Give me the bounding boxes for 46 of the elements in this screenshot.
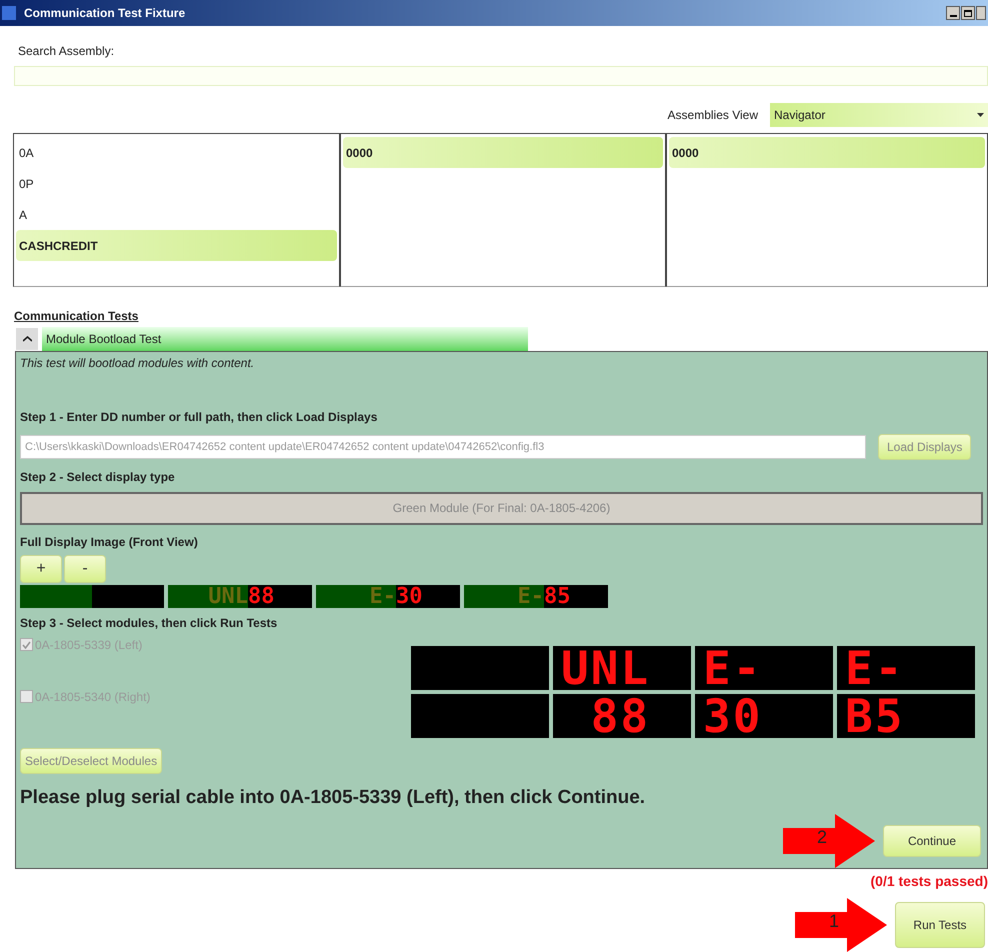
list-item[interactable]: 0000 <box>669 137 985 168</box>
search-label: Search Assembly: <box>18 44 114 58</box>
image-heading: Full Display Image (Front View) <box>20 534 199 550</box>
led-text: UNL <box>560 646 650 690</box>
test-header[interactable]: Module Bootload Test <box>42 327 528 351</box>
led-lit-text: 85 <box>544 584 570 608</box>
dropdown-arrow-icon <box>977 113 984 117</box>
led-lit-text: 30 <box>396 584 422 608</box>
test-description: This test will bootload modules with content. <box>20 355 256 372</box>
arrow-number: 2 <box>817 828 828 846</box>
led-text: E- <box>702 646 762 690</box>
led-dim-text: E- <box>464 584 544 608</box>
step-heading: Step 1 - Enter DD number or full path, then click Load Displays <box>20 409 378 426</box>
list-item[interactable]: 0000 <box>343 137 663 168</box>
module-checkbox[interactable] <box>20 690 33 703</box>
app-icon <box>2 6 16 20</box>
maximize-icon[interactable] <box>961 6 975 20</box>
chevron-icon <box>22 336 32 342</box>
led-dim-text: UNL <box>168 584 248 608</box>
list-item[interactable]: 0A <box>16 137 337 168</box>
window-title: Communication Test Fixture <box>24 5 186 22</box>
arrow-number: 1 <box>829 912 840 930</box>
led-text: B5 <box>844 694 904 738</box>
result-text: (0/1 tests passed) <box>870 872 988 891</box>
collapse-button[interactable] <box>16 328 38 350</box>
continue-button[interactable]: Continue <box>883 825 981 857</box>
list-item[interactable]: CASHCREDIT <box>16 230 337 261</box>
assemblies-view-label: Assemblies View <box>668 107 758 124</box>
assemblies-view-dropdown[interactable]: Navigator <box>770 103 988 127</box>
led-text: 30 <box>702 694 762 738</box>
led-text: E- <box>844 646 904 690</box>
step-heading: Step 2 - Select display type <box>20 469 176 486</box>
run-tests-button[interactable]: Run Tests <box>895 902 985 948</box>
zoom-button[interactable]: - <box>64 554 106 582</box>
zoom-button[interactable]: + <box>20 554 62 582</box>
minimize-icon[interactable] <box>946 6 960 20</box>
list-item[interactable]: 0P <box>16 168 337 199</box>
led-text: _88 <box>560 694 650 738</box>
search-field[interactable] <box>14 66 988 86</box>
section-heading: Communication Tests <box>14 309 138 323</box>
instruction-text: Please plug serial cable into 0A-1805-5339 (Left), then click Continue. <box>20 786 646 810</box>
led-lit-text: 88 <box>248 584 274 608</box>
led-dim-text: E- <box>316 584 396 608</box>
list-item[interactable]: A <box>16 199 337 230</box>
step-heading: Step 3 - Select modules, then click Run Tests <box>20 614 278 632</box>
module-checkbox[interactable] <box>20 638 33 651</box>
